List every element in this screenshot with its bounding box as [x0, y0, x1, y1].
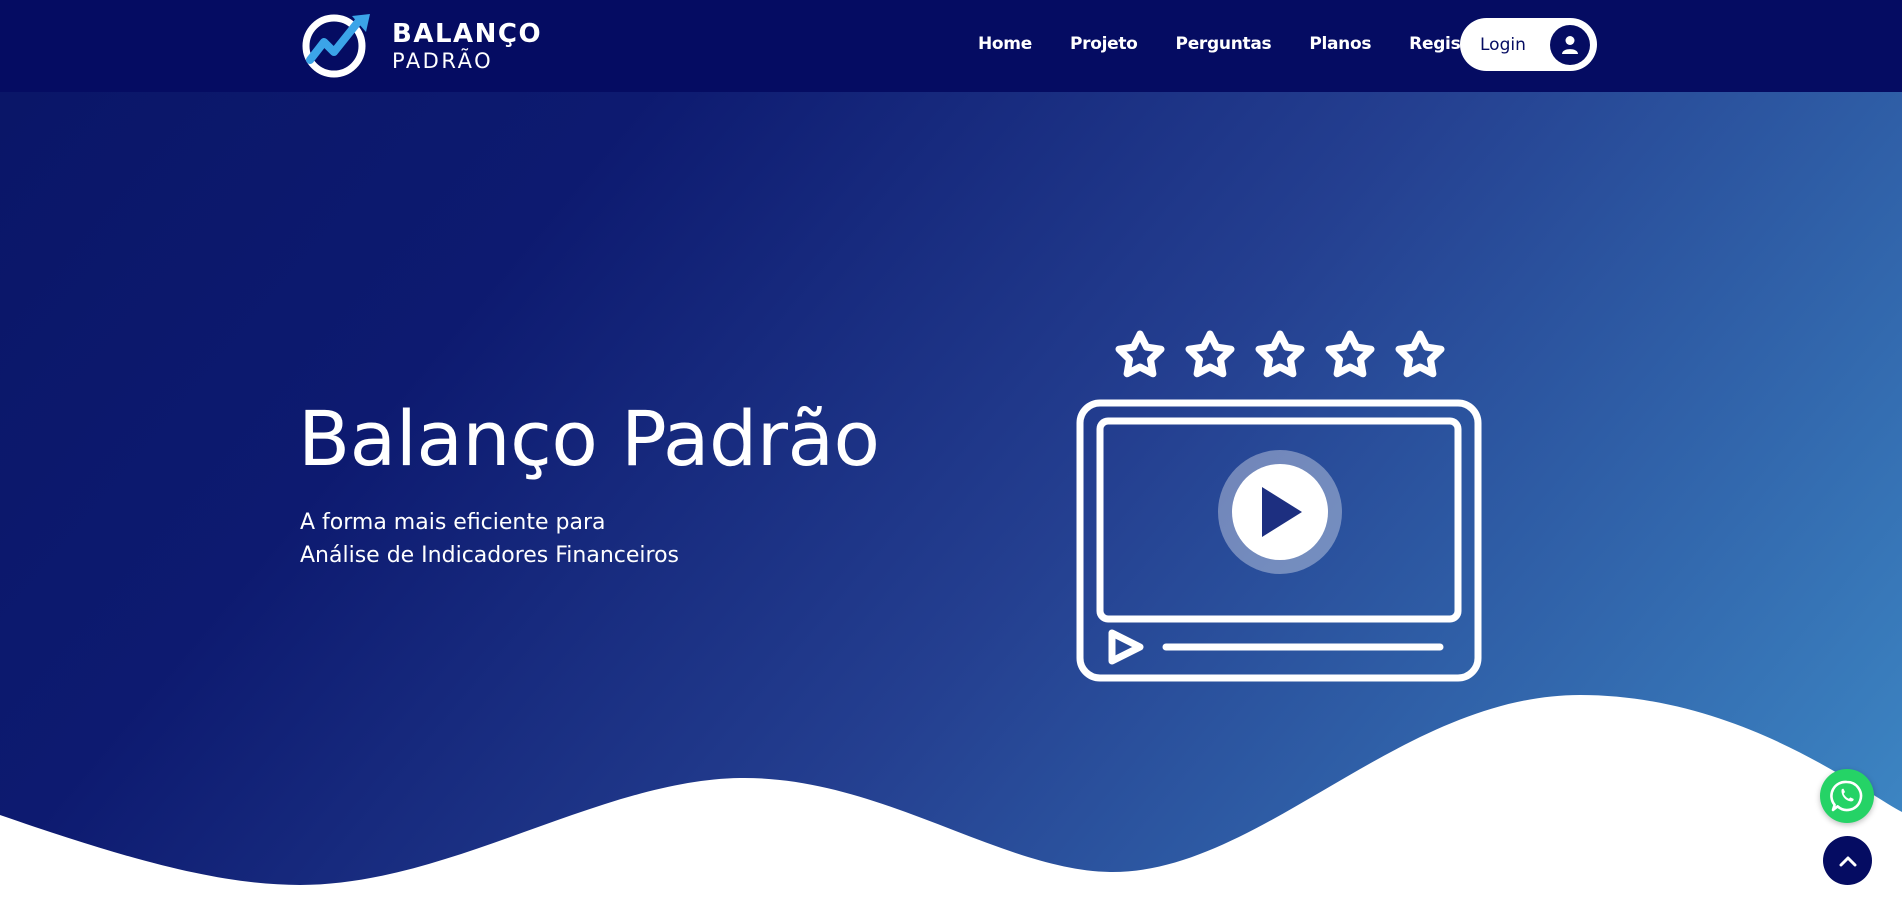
chevron-up-icon: [1839, 856, 1856, 866]
video-player-five-star-icon[interactable]: [1072, 326, 1484, 686]
navbar: BALANÇO PADRÃO Home Projeto Perguntas Pl…: [0, 0, 1902, 92]
hero-bottom-wave: [0, 695, 1902, 911]
brand-name-line1: BALANÇO: [392, 18, 543, 49]
chart-up-circle-icon: [302, 14, 370, 78]
nav-planos-link[interactable]: Planos: [1309, 34, 1371, 54]
nav-perguntas-link[interactable]: Perguntas: [1176, 34, 1272, 54]
login-button[interactable]: Login: [1460, 18, 1597, 71]
user-icon: [1550, 25, 1590, 65]
brand-name-line2: PADRÃO: [392, 48, 494, 73]
main-nav: Home Projeto Perguntas Planos Registro: [978, 0, 1488, 88]
nav-home-link[interactable]: Home: [978, 34, 1032, 54]
login-label: Login: [1480, 34, 1526, 55]
brand-name: BALANÇO PADRÃO: [392, 21, 542, 72]
whatsapp-icon: [1830, 780, 1863, 812]
back-to-top-button[interactable]: [1823, 836, 1872, 885]
nav-projeto-link[interactable]: Projeto: [1070, 34, 1138, 54]
whatsapp-button[interactable]: [1820, 769, 1874, 823]
brand-logo[interactable]: BALANÇO PADRÃO: [300, 12, 542, 80]
